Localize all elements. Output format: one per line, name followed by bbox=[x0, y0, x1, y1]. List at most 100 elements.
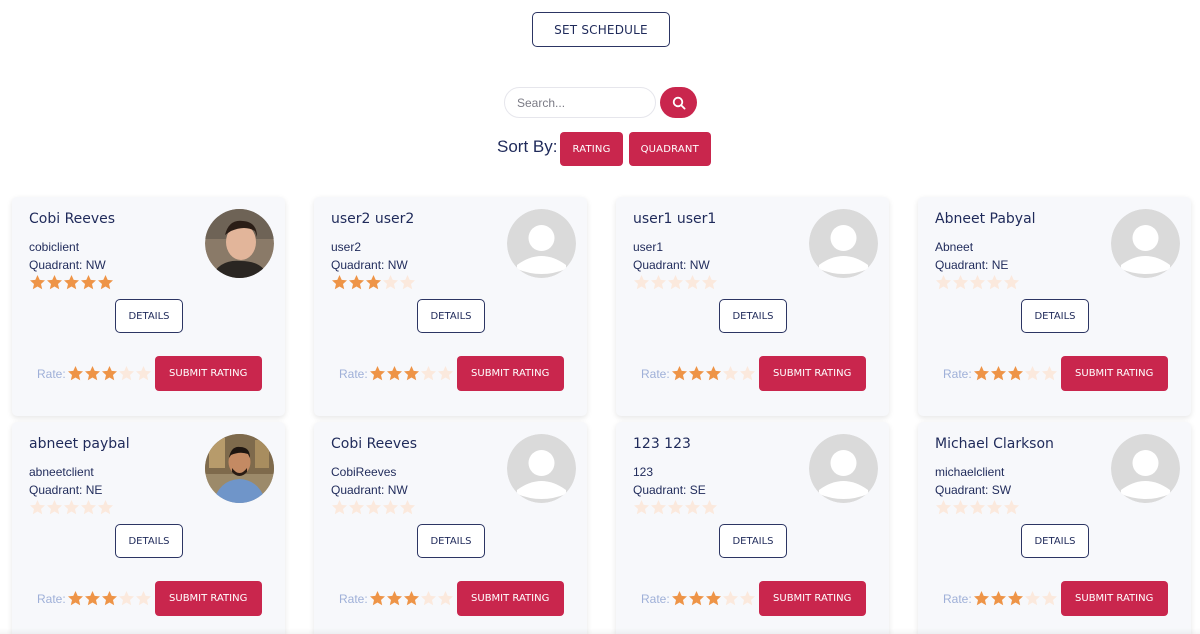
average-rating-stars bbox=[935, 274, 1020, 291]
rate-label: Rate: bbox=[641, 591, 670, 606]
rate-input-stars[interactable] bbox=[973, 590, 1058, 607]
star-icon bbox=[634, 275, 649, 290]
sort-bar: Sort By: RATING QUADRANT bbox=[497, 132, 717, 166]
rate-label: Rate: bbox=[339, 591, 368, 606]
rate-star-icon bbox=[739, 591, 755, 606]
provider-card: Michael Clarkson michaelclient Quadrant: S… bbox=[918, 422, 1191, 634]
star-icon bbox=[47, 275, 62, 290]
average-rating-stars bbox=[331, 274, 416, 291]
provider-card: Abneet Pabyal Abneet Quadrant: NE DETAILS Ra… bbox=[918, 197, 1191, 416]
details-button[interactable]: DETAILS bbox=[1021, 524, 1089, 558]
rate-star-icon bbox=[67, 591, 83, 606]
rate-star-icon bbox=[84, 366, 100, 381]
star-icon bbox=[349, 500, 364, 515]
rate-star-icon bbox=[722, 366, 738, 381]
rate-star-icon bbox=[1041, 591, 1057, 606]
sort-quadrant-button[interactable]: QUADRANT bbox=[628, 132, 711, 166]
star-icon bbox=[383, 275, 398, 290]
submit-rating-button[interactable]: SUBMIT RATING bbox=[456, 581, 564, 616]
star-icon bbox=[81, 275, 96, 290]
provider-quadrant: Quadrant: NW bbox=[633, 258, 710, 272]
provider-card: user2 user2 user2 Quadrant: NW DETAILS Rate:… bbox=[314, 197, 587, 416]
submit-rating-button[interactable]: SUBMIT RATING bbox=[154, 581, 262, 616]
average-rating-stars bbox=[633, 499, 718, 516]
rate-input-stars[interactable] bbox=[67, 590, 152, 607]
star-icon bbox=[47, 500, 62, 515]
details-button[interactable]: DETAILS bbox=[417, 299, 485, 333]
rate-star-icon bbox=[403, 591, 419, 606]
rate-star-icon bbox=[688, 591, 704, 606]
provider-card: Cobi Reeves cobiclient Quadrant: NW DETAILS… bbox=[12, 197, 285, 416]
average-rating-stars bbox=[29, 274, 114, 291]
star-icon bbox=[1004, 500, 1019, 515]
details-button[interactable]: DETAILS bbox=[115, 524, 183, 558]
rate-star-icon bbox=[739, 366, 755, 381]
details-button[interactable]: DETAILS bbox=[719, 524, 787, 558]
search-button[interactable] bbox=[660, 87, 697, 118]
provider-name: Abneet Pabyal bbox=[935, 211, 1036, 227]
rate-star-icon bbox=[369, 591, 385, 606]
rate-star-icon bbox=[386, 366, 402, 381]
average-rating-stars bbox=[935, 499, 1020, 516]
avatar bbox=[205, 209, 274, 278]
rate-star-icon bbox=[973, 366, 989, 381]
rate-star-icon bbox=[67, 366, 83, 381]
provider-quadrant: Quadrant: NW bbox=[331, 258, 408, 272]
provider-username: cobiclient bbox=[29, 240, 80, 254]
details-button[interactable]: DETAILS bbox=[1021, 299, 1089, 333]
provider-card: 123 123 123 Quadrant: SE DETAILS Rate: SUBMIT… bbox=[616, 422, 889, 634]
sort-rating-button[interactable]: RATING bbox=[560, 132, 623, 166]
details-button[interactable]: DETAILS bbox=[417, 524, 485, 558]
rate-star-icon bbox=[118, 366, 134, 381]
rate-star-icon bbox=[1007, 591, 1023, 606]
rate-input-stars[interactable] bbox=[671, 365, 756, 382]
rate-star-icon bbox=[118, 591, 134, 606]
rate-star-icon bbox=[1041, 366, 1057, 381]
star-icon bbox=[81, 500, 96, 515]
submit-rating-button[interactable]: SUBMIT RATING bbox=[1060, 356, 1168, 391]
star-icon bbox=[366, 275, 381, 290]
rate-star-icon bbox=[705, 591, 721, 606]
submit-rating-button[interactable]: SUBMIT RATING bbox=[758, 356, 866, 391]
rate-star-icon bbox=[437, 366, 453, 381]
rate-star-icon bbox=[671, 366, 687, 381]
star-icon bbox=[383, 500, 398, 515]
rate-star-icon bbox=[1007, 366, 1023, 381]
rate-label: Rate: bbox=[641, 366, 670, 381]
search-bar bbox=[504, 87, 697, 118]
star-icon bbox=[685, 275, 700, 290]
star-icon bbox=[366, 500, 381, 515]
submit-rating-button[interactable]: SUBMIT RATING bbox=[456, 356, 564, 391]
average-rating-stars bbox=[331, 499, 416, 516]
rate-input-stars[interactable] bbox=[369, 365, 454, 382]
rate-star-icon bbox=[705, 366, 721, 381]
provider-card: Cobi Reeves CobiReeves Quadrant: NW DETAILS… bbox=[314, 422, 587, 634]
submit-rating-button[interactable]: SUBMIT RATING bbox=[154, 356, 262, 391]
avatar-placeholder-icon bbox=[507, 434, 576, 503]
details-button[interactable]: DETAILS bbox=[719, 299, 787, 333]
submit-rating-button[interactable]: SUBMIT RATING bbox=[758, 581, 866, 616]
star-icon bbox=[702, 500, 717, 515]
provider-username: Abneet bbox=[935, 240, 974, 254]
set-schedule-button[interactable]: SET SCHEDULE bbox=[532, 12, 670, 47]
provider-card: user1 user1 user1 Quadrant: NW DETAILS Rate:… bbox=[616, 197, 889, 416]
rate-input-stars[interactable] bbox=[369, 590, 454, 607]
rate-input-stars[interactable] bbox=[67, 365, 152, 382]
avatar-placeholder-icon bbox=[809, 209, 878, 278]
details-button[interactable]: DETAILS bbox=[115, 299, 183, 333]
submit-rating-button[interactable]: SUBMIT RATING bbox=[1060, 581, 1168, 616]
rate-star-icon bbox=[1024, 591, 1040, 606]
star-icon bbox=[30, 500, 45, 515]
rate-star-icon bbox=[1024, 366, 1040, 381]
star-icon bbox=[987, 275, 1002, 290]
star-icon bbox=[970, 500, 985, 515]
rate-input-stars[interactable] bbox=[671, 590, 756, 607]
search-input[interactable] bbox=[504, 87, 656, 118]
rate-row: Rate: SUBMIT RATING bbox=[339, 356, 564, 391]
rate-input-stars[interactable] bbox=[973, 365, 1058, 382]
rate-star-icon bbox=[135, 366, 151, 381]
provider-quadrant: Quadrant: SW bbox=[935, 483, 1012, 497]
average-rating-stars bbox=[633, 274, 718, 291]
rate-star-icon bbox=[671, 591, 687, 606]
provider-username: abneetclient bbox=[29, 465, 94, 479]
